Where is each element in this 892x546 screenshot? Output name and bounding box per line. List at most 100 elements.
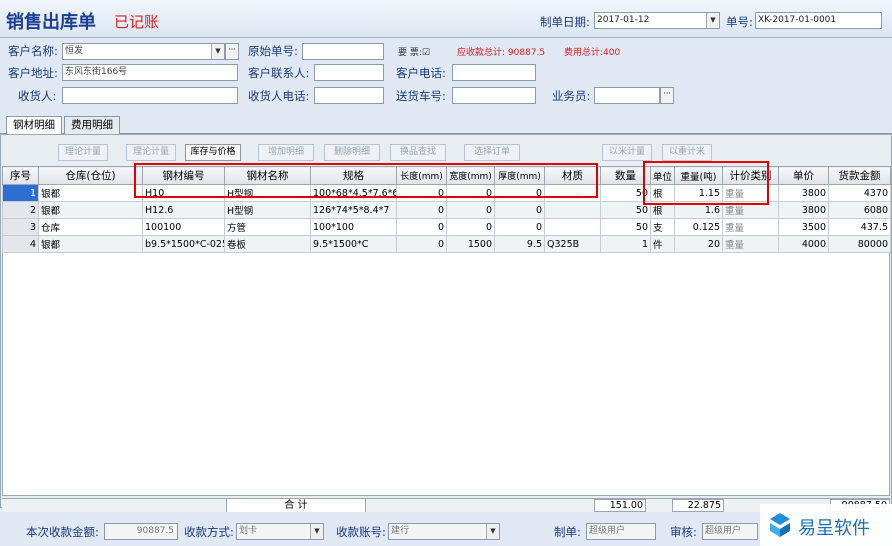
select-order-button[interactable]: 选择订单 [464, 144, 520, 161]
method-label: 收款方式: [184, 525, 234, 539]
cell[interactable]: 3800 [778, 201, 829, 219]
method-select[interactable]: 划卡 ▼ [236, 523, 324, 540]
doc-no-field[interactable]: XK-2017-01-0001 [755, 12, 882, 29]
table-row[interactable]: 3 仓库 100100 方管 100*100 0 0 0 50 支 0.125 … [2, 218, 891, 236]
watermark-text: 易呈软件 [798, 518, 870, 539]
cell[interactable]: 1500 [446, 235, 495, 253]
cell[interactable]: 3 [2, 218, 39, 236]
customer-name-select[interactable]: 恒发 ▼ [62, 43, 225, 60]
orig-no-field[interactable] [302, 43, 384, 60]
highlight-box-steel-columns [134, 163, 598, 198]
theory-measure-2-button[interactable]: 理论计量 [126, 144, 176, 161]
cell[interactable]: H型钢 [224, 201, 311, 219]
cell[interactable]: 6080 [828, 201, 891, 219]
receiver-field[interactable] [62, 87, 238, 104]
cell[interactable]: 2 [2, 201, 39, 219]
cell[interactable]: 0.125 [674, 218, 723, 236]
replace-search-button[interactable]: 换品查找 [390, 144, 446, 161]
cell[interactable]: 银都 [38, 184, 143, 202]
maker-field[interactable]: 超级用户 [586, 523, 656, 540]
date-picker[interactable]: 2017-01-12 ▼ [594, 12, 720, 29]
cell[interactable]: 0 [396, 218, 447, 236]
auditor-field[interactable]: 超级用户 [702, 523, 758, 540]
cell[interactable]: 仓库 [38, 218, 143, 236]
measure-by-meter-button[interactable]: 以米计量 [602, 144, 652, 161]
highlight-box-weight-columns [643, 161, 769, 205]
cell[interactable]: b9.5*1500*C-0252 [142, 235, 225, 253]
totals-row: 合 计 151.00 22.875 90887.50 [2, 498, 890, 512]
add-detail-button[interactable]: 增加明细 [258, 144, 314, 161]
cell[interactable]: 银都 [38, 201, 143, 219]
receivable-total: 应收款总计: 90887.5 [457, 48, 546, 58]
col-header[interactable]: 货款金额 [828, 166, 891, 185]
meter-by-weight-button[interactable]: 以重计米 [662, 144, 712, 161]
salesman-field[interactable] [594, 87, 660, 104]
chevron-down-icon[interactable]: ▼ [310, 524, 323, 539]
cell[interactable]: 0 [494, 201, 545, 219]
cell[interactable]: 0 [396, 201, 447, 219]
cell[interactable]: 1 [600, 235, 651, 253]
cell[interactable]: 卷板 [224, 235, 311, 253]
cell[interactable]: Q325B [544, 235, 601, 253]
cell[interactable]: 9.5*1500*C [310, 235, 397, 253]
cell[interactable]: 20 [674, 235, 723, 253]
tab-steel-detail[interactable]: 钢材明细 [6, 116, 62, 134]
chevron-down-icon[interactable]: ▼ [211, 44, 224, 59]
chevron-down-icon[interactable]: ▼ [486, 524, 499, 539]
vehicle-field[interactable] [452, 87, 536, 104]
receiver-label: 收货人: [18, 89, 57, 103]
customer-addr-field[interactable]: 东风东街166号 [62, 64, 238, 81]
cell[interactable]: 重量 [722, 235, 779, 253]
totals-weight: 22.875 [672, 499, 724, 512]
cell[interactable]: 方管 [224, 218, 311, 236]
salesman-lookup-button[interactable]: ··· [660, 87, 674, 104]
account-label: 收款账号: [336, 525, 386, 539]
cell[interactable]: 0 [494, 218, 545, 236]
cell[interactable]: 50 [600, 218, 651, 236]
maker-label: 制单: [554, 525, 581, 539]
cell[interactable]: 126*74*5*8.4*7 [310, 201, 397, 219]
tab-fee-detail[interactable]: 费用明细 [64, 116, 120, 134]
cell[interactable]: 100100 [142, 218, 225, 236]
table-row[interactable]: 4 银都 b9.5*1500*C-0252 卷板 9.5*1500*C 0 15… [2, 235, 891, 253]
cell[interactable]: 0 [446, 201, 495, 219]
fee-total: 费用总计:400 [564, 48, 621, 58]
cell[interactable]: 80000 [828, 235, 891, 253]
cell[interactable]: 4 [2, 235, 39, 253]
cell[interactable] [544, 218, 601, 236]
customer-name-label: 客户名称: [8, 44, 58, 58]
doc-no-label: 单号: [726, 15, 753, 29]
cell[interactable]: 支 [650, 218, 675, 236]
chevron-down-icon[interactable]: ▼ [706, 13, 719, 28]
cell[interactable]: 0 [396, 235, 447, 253]
customer-lookup-button[interactable]: ··· [225, 43, 239, 60]
contact-field[interactable] [314, 64, 384, 81]
contact-label: 客户联系人: [248, 66, 310, 80]
cell[interactable]: 1 [2, 184, 39, 202]
date-label: 制单日期: [540, 15, 590, 29]
cell[interactable]: 银都 [38, 235, 143, 253]
cell[interactable]: H12.6 [142, 201, 225, 219]
stock-price-button[interactable]: 库存与价格 [185, 144, 241, 161]
phone-field[interactable] [452, 64, 536, 81]
col-header[interactable]: 仓库(仓位) [38, 166, 143, 185]
theory-measure-button[interactable]: 理论计量 [58, 144, 108, 161]
receiver-phone-field[interactable] [314, 87, 384, 104]
cell[interactable]: 件 [650, 235, 675, 253]
cell[interactable]: 9.5 [494, 235, 545, 253]
cell[interactable]: 3800 [778, 184, 829, 202]
cell[interactable]: 重量 [722, 218, 779, 236]
cell[interactable]: 100*100 [310, 218, 397, 236]
received-amount-field[interactable]: 90887.5 [104, 523, 178, 540]
col-header[interactable]: 单价 [778, 166, 829, 185]
delete-detail-button[interactable]: 删除明细 [324, 144, 380, 161]
totals-label: 合 计 [284, 500, 308, 511]
cell[interactable]: 4370 [828, 184, 891, 202]
cell[interactable]: 3500 [778, 218, 829, 236]
cell[interactable]: 0 [446, 218, 495, 236]
cell[interactable]: 4000 [778, 235, 829, 253]
cell[interactable] [544, 201, 601, 219]
cell[interactable]: 437.5 [828, 218, 891, 236]
account-select[interactable]: 建行 ▼ [388, 523, 500, 540]
col-header[interactable]: 序号 [2, 166, 39, 185]
